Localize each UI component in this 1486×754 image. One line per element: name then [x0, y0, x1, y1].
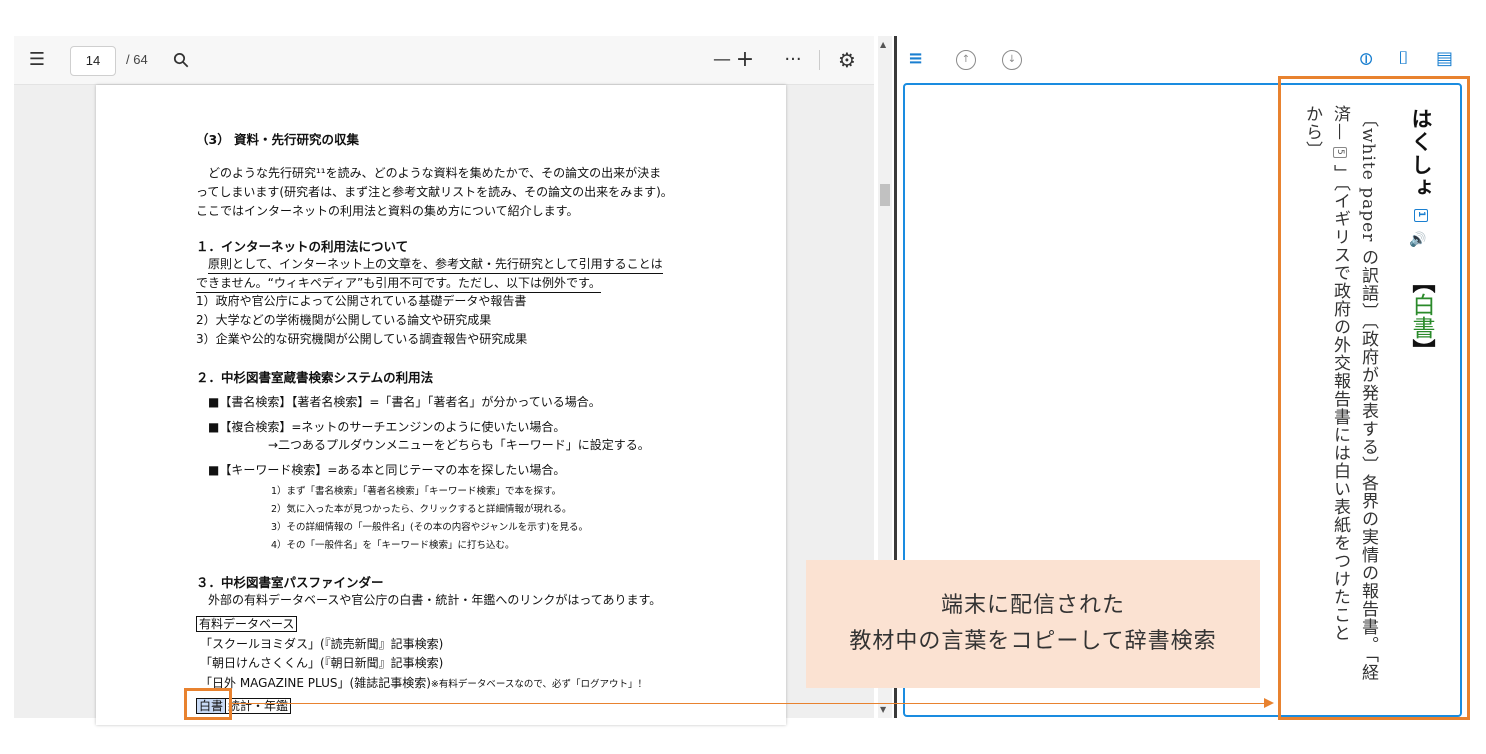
page-number-input[interactable]: 14 [70, 46, 116, 76]
step-item: 4）その「一般件名」を「キーワード検索」に打ち込む。 [271, 540, 515, 551]
scroll-down-icon[interactable]: ▼ [880, 705, 886, 714]
db-link[interactable]: 「朝日けんさくくん」(『朝日新聞』記事検索) [200, 654, 443, 671]
previous-entry-icon[interactable]: ↑ [956, 50, 976, 70]
annotation-arrow-line [232, 703, 1270, 704]
step-item: 3）その詳細情報の「一般件名」(その本の内容やジャンルを示す)を見る。 [271, 522, 588, 533]
bookmark-icon[interactable]: ⌷ [1398, 48, 1409, 70]
toolbar-divider [819, 50, 820, 70]
list-item: 2）大学などの学術機関が公開している論文や研究成果 [196, 313, 492, 327]
page-total: / 64 [126, 52, 148, 67]
internet-rule-line: 原則として、インターネット上の文章を、参考文献・先行研究として引用することは [208, 255, 663, 274]
paid-db-label: 有料データベース [196, 616, 298, 632]
db-note: ※有料データベースなので、必ず「ログアウト」！ [430, 679, 648, 690]
scroll-up-icon[interactable]: ▲ [880, 40, 886, 49]
db-link[interactable]: 「日外 MAGAZINE PLUS」(雑誌記事検索) [200, 676, 431, 690]
next-entry-icon[interactable]: ↓ [1002, 50, 1022, 70]
step-item: 1）まず「書名検索」「著者名検索」「キーワード検索」で本を探す。 [271, 486, 562, 497]
caption-line: 教材中の言葉をコピーして辞書検索 [849, 629, 1217, 654]
entry-highlight-box [1278, 76, 1470, 720]
list-item: 3）企業や公的な研究機関が公開している調査報告や研究成果 [196, 332, 528, 346]
bullet-subitem: →二つあるプルダウンメニューをどちらも「キーワード」に設定する。 [268, 438, 650, 452]
internet-rule-line: できません。“ウィキペディア”も引用不可です。ただし、以下は例外です。 [196, 274, 601, 293]
annotation-arrow-head [1264, 698, 1274, 708]
stats-label: 統計・年鑑 [226, 698, 292, 714]
search-icon[interactable]: ⚲ [153, 32, 208, 87]
pathfinder-heading: ３．中杉図書室パスファインダー [196, 575, 384, 590]
link-icon[interactable]: ⊖ [1355, 51, 1377, 66]
bullet-item: ■【書名検索】【著者名検索】=「書名」「著者名」が分かっている場合。 [208, 395, 601, 409]
history-list-icon[interactable]: ≡ [908, 48, 923, 70]
pdf-toolbar: ☰ 14 / 64 ⚲ — + ··· ⚙ [14, 36, 874, 85]
intro-line: ここではインターネットの利用法と資料の集め方について紹介します。 [196, 204, 579, 218]
bullet-item: ■【キーワード検索】=ある本と同じテーマの本を探したい場合。 [208, 463, 566, 477]
intro-line: ってしまいます(研究者は、まず注と参考文献リストを読み、その論文の出来をみます)… [196, 185, 673, 199]
settings-icon[interactable]: ⚙ [832, 36, 862, 84]
contents-icon[interactable]: ☰ [22, 36, 52, 84]
scroll-thumb[interactable] [880, 184, 890, 206]
bullet-item: ■【複合検索】=ネットのサーチエンジンのように使いたい場合。 [208, 420, 566, 434]
memo-icon[interactable]: ▤ [1436, 48, 1453, 70]
list-item: 1）政府や官公庁によって公開されている基礎データや報告書 [196, 294, 527, 308]
zoom-in-button[interactable]: + [730, 36, 760, 84]
selected-word-highlight [184, 688, 232, 720]
intro-line: どのような先行研究¹¹を読み、どのような資料を集めたかで、その論文の出来が決ま [208, 166, 662, 180]
dictionary-toolbar: ≡ ↑ ↓ ⊖ ⌷ ▤ [898, 40, 1478, 80]
pdf-page: （3） 資料・先行研究の収集 どのような先行研究¹¹を読み、どのような資料を集め… [96, 85, 786, 725]
internet-heading: １．インターネットの利用法について [196, 239, 409, 254]
more-options-button[interactable]: ··· [778, 36, 808, 84]
step-item: 2）気に入った本が見つかったら、クリックすると詳細情報が現れる。 [271, 504, 572, 515]
caption-line: 端末に配信された [940, 593, 1125, 618]
section-heading: （3） 資料・先行研究の収集 [196, 132, 360, 147]
db-link[interactable]: 「スクールヨミダス」(『読売新聞』記事検索) [200, 635, 443, 652]
caption-box: 端末に配信された 教材中の言葉をコピーして辞書検索 [806, 560, 1260, 688]
db-link-row: 「日外 MAGAZINE PLUS」(雑誌記事検索)※有料データベースなので、必… [200, 674, 647, 691]
pathfinder-line: 外部の有料データベースや官公庁の白書・統計・年鑑へのリンクがはってあります。 [208, 593, 662, 607]
catalog-heading: ２．中杉図書室蔵書検索システムの利用法 [196, 370, 434, 385]
